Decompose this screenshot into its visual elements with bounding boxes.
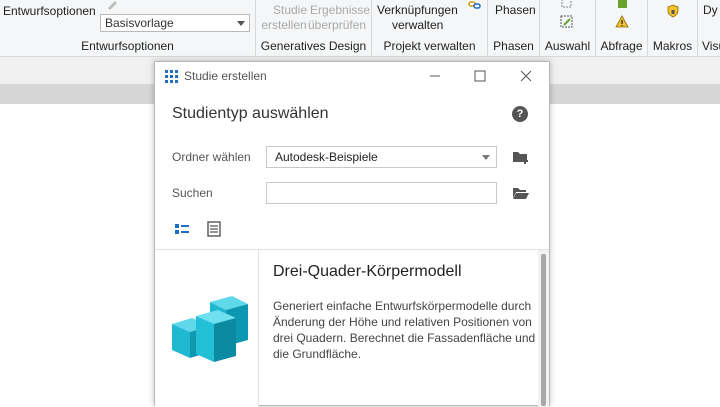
ribbon-group-generatives-design: Studie erstellen Ergebnisse überprüfen G… [256,0,372,56]
basisvorlage-combo[interactable]: Basisvorlage [100,14,250,32]
entwurfsoptionen-button[interactable]: Entwurfsoptionen [3,4,96,18]
ribbon-group-label: Projekt verwalten [383,39,476,53]
ribbon-group-label: Phasen [493,39,534,53]
ribbon-group-makros: Makros [648,0,698,56]
detail-list-view-icon[interactable] [173,220,191,238]
maximize-icon[interactable] [470,66,490,86]
ribbon-group-label: Auswahl [544,39,591,53]
ergebnisse-label-2[interactable]: überprüfen [308,18,366,32]
open-folder-icon[interactable] [512,185,530,201]
folder-select-value: Autodesk-Beispiele [275,150,378,164]
search-input[interactable] [266,182,497,204]
ribbon-group-label: Entwurfsoptionen [81,39,174,53]
chevron-down-icon [237,21,245,26]
verknuepfungen-label-1[interactable]: Verknüpfungen [377,3,458,17]
ribbon-group-abfrage: Abfrage [596,0,648,56]
ribbon-group-phasen: Phasen Phasen [488,0,540,56]
study-list-scrollbar[interactable] [538,250,549,407]
grid-app-icon [165,70,178,83]
help-icon[interactable]: ? [512,106,528,122]
select-edit-icon[interactable] [560,15,574,29]
dialog-title: Studie erstellen [184,69,267,83]
studie-erstellen-label-1[interactable]: Studie [266,3,314,17]
list-view-icon[interactable] [205,220,223,238]
warning-icon[interactable] [615,15,629,29]
dynamo-button[interactable]: Dy [703,3,718,17]
ribbon-group-entwurfsoptionen: Entwurfsoptionen Basisvorlage Entwurfsop… [0,0,256,56]
ribbon-group-label: Visu [702,39,720,53]
basisvorlage-combo-value: Basisvorlage [105,16,174,30]
close-icon[interactable] [516,66,536,86]
ribbon-group-label: Makros [652,39,693,53]
macro-security-icon[interactable] [666,4,680,18]
folder-label: Ordner wählen [172,150,251,164]
add-folder-icon[interactable] [512,149,530,165]
ribbon-group-label: Generatives Design [260,39,367,53]
dialog-heading: Studientyp auswählen [172,105,329,122]
phasen-button[interactable]: Phasen [495,3,536,17]
studie-erstellen-label-2[interactable]: erstellen [260,18,308,32]
dialog-titlebar[interactable]: Studie erstellen [155,62,549,90]
studie-erstellen-dialog: Studie erstellen Studientyp auswählen ? … [154,61,550,407]
ribbon-group-projekt-verwalten: Verknüpfungen verwalten Projekt verwalte… [372,0,488,56]
study-thumbnail-pane[interactable] [155,250,259,407]
search-label: Suchen [172,186,213,200]
ribbon-group-label: Abfrage [600,39,643,53]
ribbon-group-auswahl: Auswahl [540,0,596,56]
verknuepfungen-label-2[interactable]: verwalten [392,18,443,32]
study-name: Drei-Quader-Körpermodell [273,263,462,280]
folder-select[interactable]: Autodesk-Beispiele [266,146,497,168]
select-add-icon [561,0,572,8]
query-icon [618,0,627,8]
link-icon [468,1,481,9]
three-box-mass-icon [172,296,248,362]
minimize-icon[interactable] [425,66,445,86]
study-description: Generiert einfache Entwurfskörpermodelle… [273,299,536,361]
ribbon: Entwurfsoptionen Basisvorlage Entwurfsop… [0,0,720,56]
ergebnisse-label-1[interactable]: Ergebnisse [310,3,370,17]
ribbon-group-visu: Dy Visu [698,0,720,56]
scrollbar-thumb[interactable] [541,254,546,406]
chevron-down-icon [482,155,490,160]
pencil-icon [108,1,117,10]
